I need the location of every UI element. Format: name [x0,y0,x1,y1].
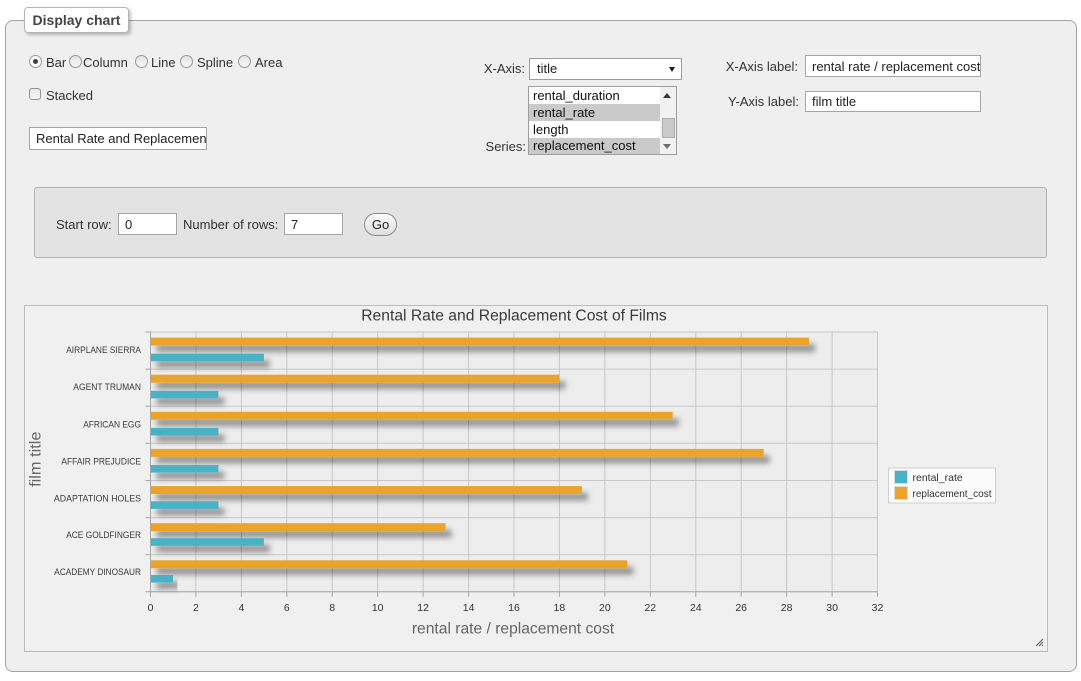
svg-text:Rental Rate and Replacement Co: Rental Rate and Replacement Cost of Film… [361,308,667,325]
svg-text:18: 18 [554,602,566,614]
svg-text:28: 28 [781,602,793,614]
svg-text:30: 30 [826,602,838,614]
svg-text:12: 12 [417,602,429,614]
svg-text:14: 14 [463,602,475,614]
svg-text:24: 24 [690,602,702,614]
svg-text:8: 8 [329,602,335,614]
svg-text:32: 32 [872,602,884,614]
svg-text:20: 20 [599,602,611,614]
svg-text:AFFAIR PREJUDICE: AFFAIR PREJUDICE [61,456,141,466]
svg-text:4: 4 [238,602,244,614]
svg-text:6: 6 [284,602,290,614]
svg-text:rental_rate: rental_rate [913,472,963,484]
svg-text:22: 22 [644,602,656,614]
svg-text:10: 10 [372,602,384,614]
svg-text:AIRPLANE SIERRA: AIRPLANE SIERRA [66,345,141,355]
svg-text:0: 0 [148,602,154,614]
svg-text:replacement_cost: replacement_cost [913,488,992,500]
svg-text:16: 16 [508,602,520,614]
svg-text:ADAPTATION HOLES: ADAPTATION HOLES [54,493,141,503]
svg-text:2: 2 [193,602,199,614]
svg-text:AFRICAN EGG: AFRICAN EGG [83,419,141,429]
svg-text:film title: film title [28,432,45,487]
svg-text:ACE GOLDFINGER: ACE GOLDFINGER [66,530,141,540]
svg-text:26: 26 [735,602,747,614]
svg-text:rental rate / replacement cost: rental rate / replacement cost [412,621,615,638]
svg-text:AGENT TRUMAN: AGENT TRUMAN [73,382,141,392]
svg-text:ACADEMY DINOSAUR: ACADEMY DINOSAUR [54,567,141,577]
